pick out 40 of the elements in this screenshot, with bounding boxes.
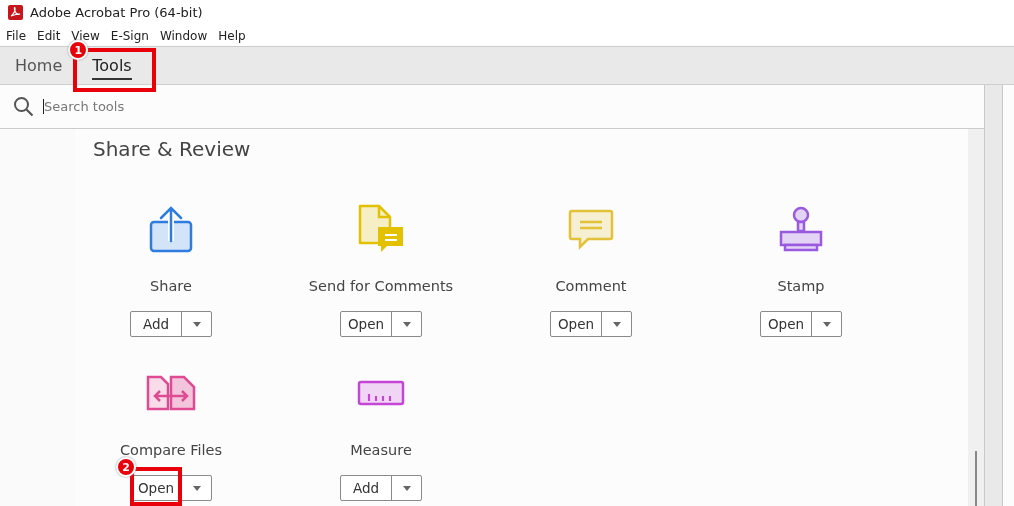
menu-item[interactable]: E-Sign [110, 28, 149, 43]
compare-files-icon [146, 375, 196, 411]
tool-name: Compare Files [119, 442, 223, 458]
pdf-app-icon [8, 5, 23, 20]
window-title: Adobe Acrobat Pro (64-bit) [30, 5, 203, 20]
tab[interactable]: Home [15, 47, 63, 84]
tool-action-button[interactable]: Open [761, 312, 811, 336]
caret-icon [822, 321, 831, 327]
tool-name: Measure [350, 442, 412, 458]
menu-item[interactable]: Edit [37, 28, 61, 43]
tool-name: Stamp [777, 278, 825, 294]
tab[interactable]: Tools [92, 47, 132, 84]
tool-name: Send for Comments [308, 278, 454, 294]
menu-item[interactable]: File [6, 28, 27, 43]
menu-item[interactable]: Window [159, 28, 208, 43]
search-icon [13, 96, 34, 117]
caret-icon [402, 485, 411, 491]
search-field[interactable]: Search tools [43, 99, 344, 114]
caret-icon [192, 321, 201, 327]
tool-action-button[interactable]: Add [341, 476, 391, 500]
caret-icon [612, 321, 621, 327]
step-number-badge: 2 [116, 457, 136, 477]
ruler-icon [357, 380, 405, 406]
scroll-thumb[interactable] [975, 451, 977, 506]
tool-action-button[interactable]: Open [341, 312, 391, 336]
caret-icon [192, 485, 201, 491]
document-comment-icon [357, 203, 405, 255]
tool-action-button[interactable]: Add [131, 312, 181, 336]
tool-name: Share [150, 278, 192, 294]
caret-icon [402, 321, 411, 327]
tool-name: Comment [555, 278, 627, 294]
section-heading: Share & Review [93, 136, 252, 163]
tool-action-button[interactable]: Open [131, 476, 181, 500]
menu-item[interactable]: Help [218, 28, 246, 43]
menu-item[interactable]: View [71, 28, 100, 43]
stamp-icon [777, 205, 825, 253]
step-number-badge: 1 [68, 40, 89, 60]
tool-action-button[interactable]: Open [551, 312, 601, 336]
share-icon [147, 205, 195, 253]
scrollbar[interactable] [968, 129, 984, 506]
